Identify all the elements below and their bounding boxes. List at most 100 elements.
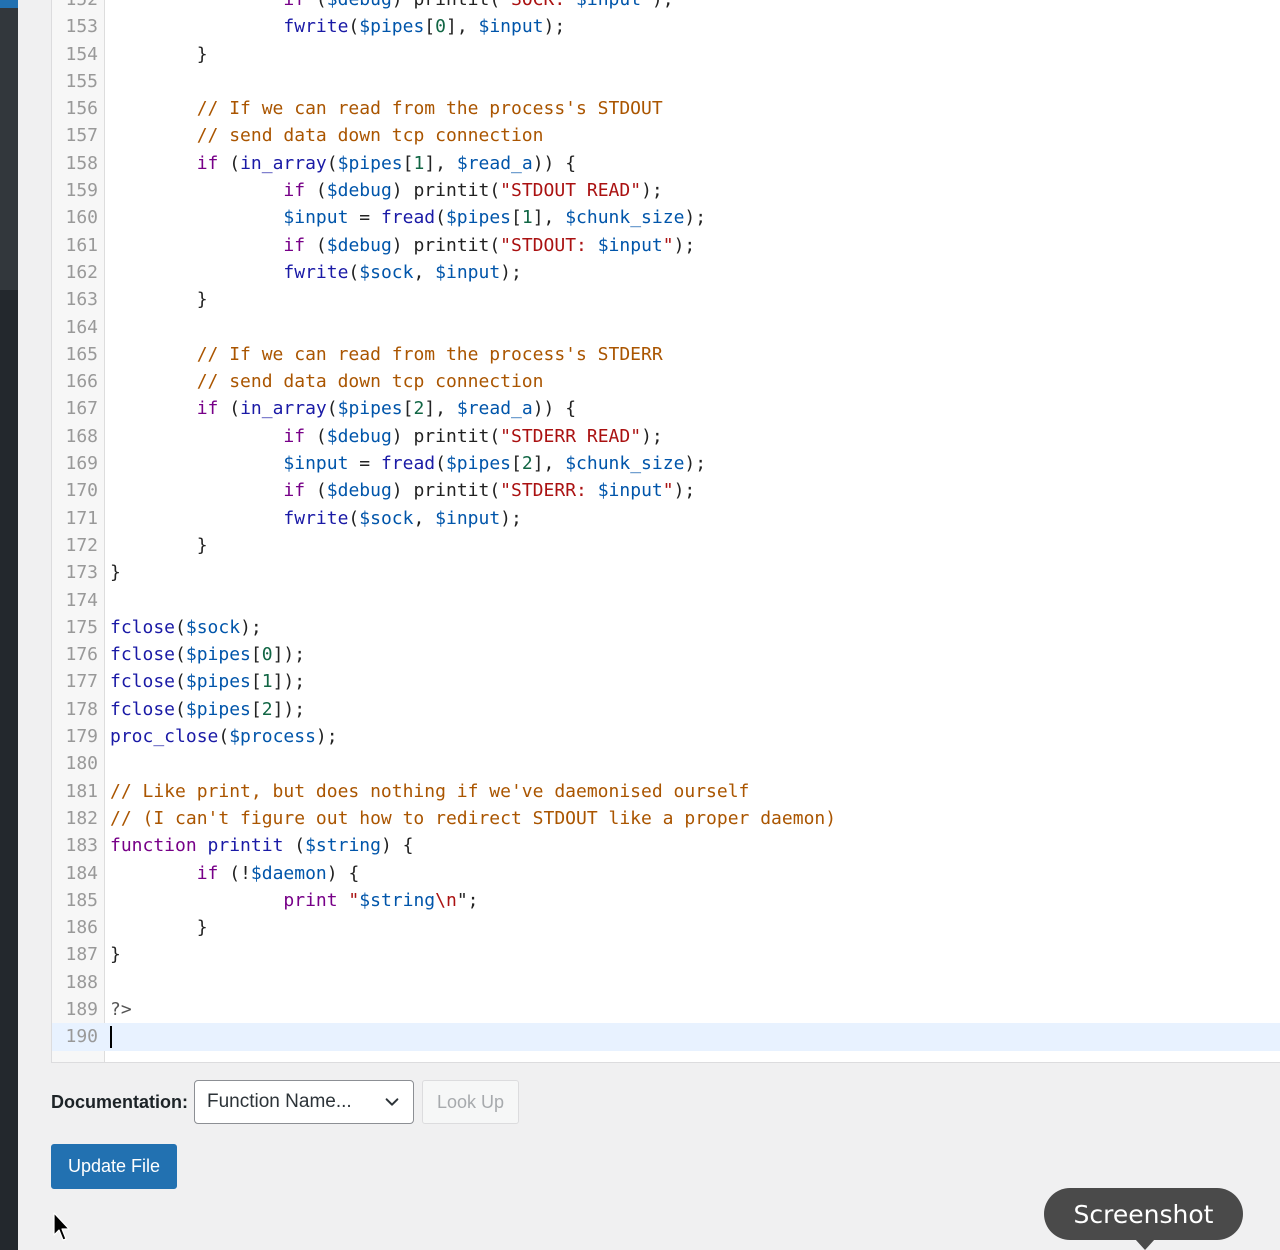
code-token: ( — [218, 726, 230, 748]
code-token: $pipes — [445, 453, 511, 475]
code-line[interactable]: 162 fwrite($sock, $input); — [52, 259, 1280, 286]
code-token: ], — [424, 152, 457, 174]
code-line[interactable]: 190 — [52, 1023, 1280, 1051]
line-number: 169 — [65, 453, 98, 475]
code-line[interactable]: 160 $input = fread($pipes[1], $chunk_siz… — [52, 204, 1280, 231]
code-line[interactable]: 153 fwrite($pipes[0], $input); — [52, 13, 1280, 40]
code-token: if — [196, 862, 219, 884]
text-cursor — [110, 1026, 112, 1049]
code-line[interactable]: 169 $input = fread($pipes[2], $chunk_siz… — [52, 450, 1280, 477]
code-line[interactable]: 154 } — [52, 41, 1280, 68]
code-line[interactable]: 180 — [52, 750, 1280, 777]
code-token: $input — [478, 16, 544, 38]
code-token: ( — [283, 835, 306, 857]
code-token: " — [348, 889, 360, 911]
code-line[interactable]: 173} — [52, 559, 1280, 586]
code-line[interactable]: 152 if ($debug) printit("SOCK: $input"); — [52, 0, 1280, 13]
code-line[interactable]: 183 function printit ($string) { — [52, 832, 1280, 859]
code-line[interactable]: 170 if ($debug) printit("STDERR: $input"… — [52, 477, 1280, 504]
code-token: // Like print, but does nothing if we've… — [110, 780, 750, 802]
code-editor[interactable]: 152 if ($debug) printit("SOCK: $input");… — [51, 0, 1280, 1063]
code-line[interactable]: 171 fwrite($sock, $input); — [52, 505, 1280, 532]
code-line[interactable]: 175 fclose($sock); — [52, 614, 1280, 641]
line-code: } — [110, 41, 208, 68]
code-token: $sock — [359, 261, 414, 283]
documentation-label: Documentation: — [51, 1091, 188, 1112]
code-line[interactable]: 189 ?> — [52, 996, 1280, 1023]
code-token: $daemon — [250, 862, 327, 884]
look-up-button[interactable]: Look Up — [422, 1080, 520, 1124]
code-line[interactable]: 157 // send data down tcp connection — [52, 122, 1280, 149]
code-line[interactable]: 167 if (in_array($pipes[2], $read_a)) { — [52, 395, 1280, 422]
code-line[interactable]: 163 } — [52, 286, 1280, 313]
code-line[interactable]: 187} — [52, 941, 1280, 968]
code-line[interactable]: 174 — [52, 587, 1280, 614]
code-token: (! — [218, 862, 251, 884]
code-line[interactable]: 185 print "$string\n"; — [52, 887, 1280, 914]
code-token: } — [110, 917, 208, 939]
code-token: ]); — [272, 644, 306, 666]
code-line[interactable]: 164 — [52, 314, 1280, 341]
code-line[interactable]: 179 proc_close($process); — [52, 723, 1280, 750]
code-line[interactable]: 158 if (in_array($pipes[1], $read_a)) { — [52, 150, 1280, 177]
line-code: // Like print, but does nothing if we've… — [110, 778, 749, 805]
code-token: ); — [500, 507, 522, 529]
code-line[interactable]: 186 } — [52, 914, 1280, 941]
line-code: ?> — [110, 996, 132, 1023]
line-number: 153 — [65, 16, 98, 38]
code-token: ], — [445, 16, 479, 38]
code-line[interactable]: 159 if ($debug) printit("STDOUT READ"); — [52, 177, 1280, 204]
code-token: if — [283, 480, 306, 502]
code-line[interactable]: 178 fclose($pipes[2]); — [52, 696, 1280, 723]
code-token: )) { — [532, 398, 577, 420]
code-line[interactable]: 176 fclose($pipes[0]); — [52, 641, 1280, 668]
function-name-select[interactable]: Function Name... — [194, 1080, 414, 1124]
code-line[interactable]: 165 // If we can read from the process's… — [52, 341, 1280, 368]
line-code: if ($debug) printit("STDERR READ"); — [110, 423, 662, 450]
code-token: $chunk_size — [565, 207, 685, 229]
line-code: fwrite($pipes[0], $input); — [110, 13, 565, 40]
code-line[interactable]: 182 // (I can't figure out how to redirec… — [52, 805, 1280, 832]
code-line[interactable]: 172 } — [52, 532, 1280, 559]
code-lines[interactable]: 152 if ($debug) printit("SOCK: $input");… — [52, 0, 1280, 1051]
code-line[interactable]: 166 // send data down tcp connection — [52, 368, 1280, 395]
code-token: } — [110, 289, 208, 311]
code-token: in_array — [240, 398, 327, 420]
admin-menu-item[interactable] — [0, 0, 18, 290]
line-number: 165 — [65, 343, 98, 365]
code-token: $input — [576, 0, 641, 10]
line-code: proc_close($process); — [110, 723, 338, 750]
code-token: ( — [305, 0, 327, 10]
code-line[interactable]: 184 if (!$daemon) { — [52, 860, 1280, 887]
code-token: $pipes — [185, 698, 251, 720]
code-line[interactable]: 156 // If we can read from the process's… — [52, 95, 1280, 122]
code-token: "STDERR READ" — [500, 425, 642, 447]
code-line[interactable]: 155 — [52, 68, 1280, 95]
code-token: // If we can read from the process's STD… — [196, 343, 663, 365]
code-token: ], — [532, 453, 566, 475]
code-token: $input — [597, 234, 663, 256]
code-token: $debug — [326, 180, 392, 202]
code-token: } — [110, 944, 121, 966]
code-token: "; — [456, 889, 479, 911]
code-token: fread — [380, 453, 436, 475]
code-line[interactable]: 177 fclose($pipes[1]); — [52, 668, 1280, 695]
code-line[interactable]: 181 // Like print, but does nothing if we… — [52, 778, 1280, 805]
code-line[interactable]: 161 if ($debug) printit("STDOUT: $input"… — [52, 232, 1280, 259]
update-file-button[interactable]: Update File — [51, 1144, 178, 1189]
code-token: $input — [283, 453, 349, 475]
code-token: $pipes — [185, 671, 251, 693]
code-line[interactable]: 188 — [52, 969, 1280, 996]
code-token: ); — [673, 480, 696, 502]
code-token: ( — [218, 152, 241, 174]
code-token: [ — [250, 698, 262, 720]
line-number: 161 — [65, 234, 98, 256]
code-token: $debug — [326, 480, 392, 502]
code-line[interactable]: 168 if ($debug) printit("STDERR READ"); — [52, 423, 1280, 450]
code-token: $chunk_size — [565, 453, 685, 475]
line-number: 190 — [65, 1026, 98, 1048]
